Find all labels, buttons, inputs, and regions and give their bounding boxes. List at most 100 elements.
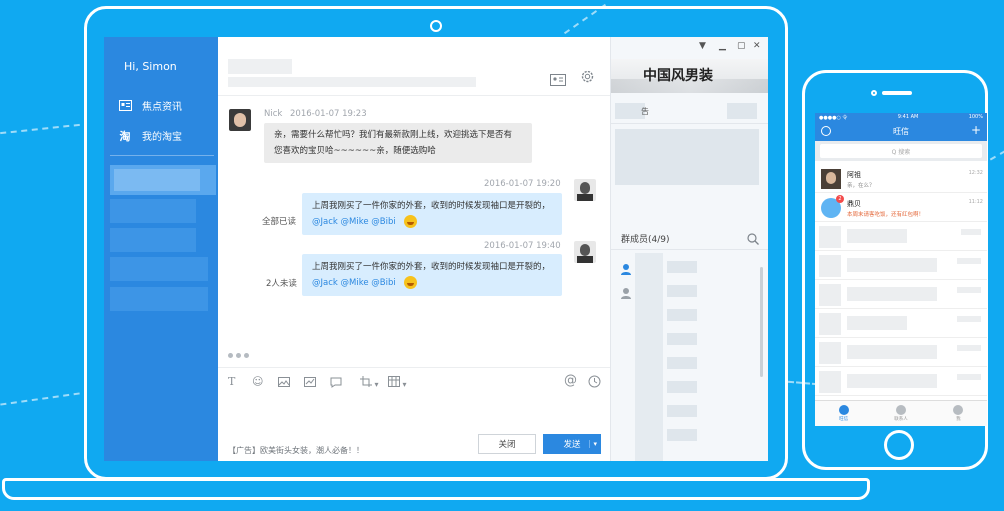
chevron-down-icon[interactable]: ▾ bbox=[589, 440, 597, 448]
window-close-icon[interactable]: ✕ bbox=[753, 41, 761, 51]
avatar[interactable] bbox=[574, 241, 596, 263]
chat-name: 鼎贝 bbox=[847, 200, 861, 208]
profile-icon bbox=[953, 405, 964, 415]
shop-banner[interactable]: 中国风男装 bbox=[611, 59, 768, 93]
sidebar-item[interactable] bbox=[110, 199, 196, 223]
table-icon[interactable]: ▾ bbox=[388, 376, 407, 389]
sidebar-item-selected[interactable] bbox=[110, 165, 216, 195]
tab-label: 我 bbox=[956, 417, 961, 422]
search-icon[interactable] bbox=[747, 230, 759, 249]
window-minimize-icon[interactable]: ▁ bbox=[719, 41, 726, 51]
phone-carrier: ●●●●○ 令 bbox=[819, 114, 848, 121]
font-icon[interactable]: T bbox=[228, 375, 235, 388]
sidebar: Hi, Simon 焦点资讯 淘 我的淘宝 bbox=[104, 37, 218, 461]
phone-battery: 100% bbox=[968, 114, 983, 120]
notice-content bbox=[615, 129, 759, 185]
close-button[interactable]: 关闭 bbox=[478, 434, 536, 454]
message-time: 2016-01-07 19:40 bbox=[484, 241, 561, 251]
chat-name: 阿祖 bbox=[847, 171, 861, 179]
news-icon bbox=[118, 100, 132, 112]
chat-subtitle-placeholder bbox=[228, 77, 476, 87]
phone-time: 9:41 AM bbox=[897, 114, 919, 120]
notice-content-line bbox=[755, 137, 759, 145]
message-mentions[interactable]: @Jack @Mike @Bibi bbox=[312, 278, 396, 288]
window-pin-icon[interactable]: ▼ bbox=[699, 41, 706, 51]
phone-chat-item[interactable] bbox=[815, 281, 987, 309]
message-bubble-outgoing: 上周我刚买了一件你家的外套，收到的时候发现袖口是开裂的， @Jack @Mike… bbox=[302, 193, 562, 235]
chat-bubble-icon bbox=[838, 405, 849, 415]
member-online-icon bbox=[621, 260, 631, 279]
phone-chat-item[interactable]: 2 鼎贝 本周末请客吃饭，还有红包啊！ 11:12 bbox=[815, 194, 987, 222]
sidebar-item-label: 我的淘宝 bbox=[142, 132, 182, 143]
member-row[interactable] bbox=[667, 357, 697, 369]
phone-chat-item[interactable]: 阿祖 亲，在么？ 12:32 bbox=[815, 165, 987, 193]
phone-home-button[interactable] bbox=[884, 430, 914, 460]
tab-label: 旺信 bbox=[839, 417, 849, 422]
contacts-icon bbox=[895, 405, 906, 415]
typing-indicator bbox=[228, 353, 249, 358]
send-button[interactable]: 发送 ▾ bbox=[543, 434, 601, 454]
sidebar-item-label: 焦点资讯 bbox=[142, 102, 182, 113]
chat-time: 12:32 bbox=[968, 170, 983, 176]
phone-tab-bar: 旺信 联系人 我 bbox=[815, 400, 987, 426]
sidebar-item-news[interactable]: 焦点资讯 bbox=[118, 98, 182, 113]
laptop-camera bbox=[430, 20, 442, 32]
chat-time: 11:12 bbox=[968, 199, 983, 205]
phone-chat-item[interactable] bbox=[815, 339, 987, 367]
member-row[interactable] bbox=[667, 261, 697, 273]
tab-me[interactable]: 我 bbox=[930, 401, 987, 426]
tab-contacts[interactable]: 联系人 bbox=[872, 401, 929, 426]
notice-tab[interactable] bbox=[727, 103, 757, 119]
message-time: 2016-01-07 19:23 bbox=[290, 109, 367, 119]
phone-title: 旺信 bbox=[893, 126, 909, 136]
member-row[interactable] bbox=[667, 405, 697, 417]
send-button-label: 发送 bbox=[563, 440, 581, 450]
window-maximize-icon[interactable]: ▢ bbox=[737, 41, 746, 51]
phone-chat-item[interactable] bbox=[815, 252, 987, 280]
message-input[interactable] bbox=[218, 389, 610, 433]
sidebar-item-taobao[interactable]: 淘 我的淘宝 bbox=[118, 128, 183, 144]
avatar bbox=[821, 169, 841, 189]
phone-chat-item[interactable] bbox=[815, 310, 987, 338]
tab-chats[interactable]: 旺信 bbox=[815, 401, 872, 426]
member-row[interactable] bbox=[667, 381, 697, 393]
phone-search-input[interactable]: Q 搜索 bbox=[820, 144, 982, 158]
tab-label: 联系人 bbox=[894, 417, 908, 422]
screenshot-icon[interactable]: ▾ bbox=[360, 376, 379, 389]
chat-panel: Nick 2016-01-07 19:23 亲，需要什么帮忙吗？我们有最新款刚上… bbox=[218, 37, 610, 461]
sidebar-item[interactable] bbox=[110, 287, 208, 311]
avatar[interactable] bbox=[574, 179, 596, 201]
message-sender: Nick bbox=[264, 109, 283, 119]
member-row[interactable] bbox=[667, 309, 697, 321]
message-time: 2016-01-07 19:20 bbox=[484, 179, 561, 189]
phone-menu-icon[interactable] bbox=[821, 126, 831, 136]
member-row[interactable] bbox=[667, 429, 697, 441]
laugh-emoji-icon bbox=[403, 276, 417, 289]
emoji-icon[interactable]: ☺ bbox=[252, 375, 263, 388]
phone-chat-item[interactable] bbox=[815, 368, 987, 396]
at-mention-icon[interactable]: @ bbox=[564, 373, 577, 388]
sidebar-item[interactable] bbox=[110, 228, 196, 252]
notice-content-line bbox=[755, 151, 759, 159]
add-icon[interactable]: + bbox=[971, 123, 981, 137]
chat-title-placeholder bbox=[228, 59, 292, 74]
message-mentions[interactable]: @Jack @Mike @Bibi bbox=[312, 217, 396, 227]
sidebar-item[interactable] bbox=[110, 257, 208, 281]
phone-screen: ●●●●○ 令 9:41 AM 100% 旺信 + Q 搜索 阿祖 亲，在么？ … bbox=[815, 113, 987, 426]
message-bubble-outgoing: 上周我刚买了一件你家的外套，收到的时候发现袖口是开裂的， @Jack @Mike… bbox=[302, 254, 562, 296]
members-scrollbar[interactable] bbox=[760, 267, 763, 377]
phone-chat-item[interactable] bbox=[815, 223, 987, 251]
ad-banner[interactable]: 【广告】欧美街头女装，潮人必备！！ bbox=[228, 445, 364, 456]
contact-card-icon[interactable] bbox=[550, 71, 566, 90]
greeting: Hi, Simon bbox=[124, 60, 177, 73]
laugh-emoji-icon bbox=[403, 215, 417, 228]
member-row[interactable] bbox=[667, 333, 697, 345]
phone-header: 旺信 + bbox=[815, 121, 987, 141]
toolbar-divider bbox=[218, 367, 610, 368]
gear-icon[interactable] bbox=[580, 69, 595, 88]
members-label: 群成员(4/9) bbox=[621, 235, 670, 245]
taobao-icon: 淘 bbox=[119, 129, 131, 143]
member-row[interactable] bbox=[667, 285, 697, 297]
message-bubble-incoming: 亲，需要什么帮忙吗？我们有最新款刚上线，欢迎挑选下是否有 您喜欢的宝贝哈~~~~… bbox=[264, 123, 532, 163]
avatar[interactable] bbox=[229, 109, 251, 131]
